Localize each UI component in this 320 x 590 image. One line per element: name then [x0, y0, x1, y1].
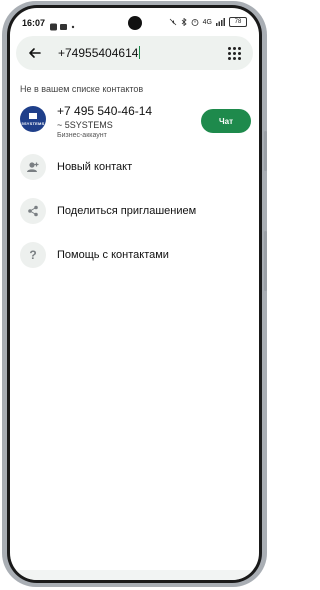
- contact-name: ~ 5SYSTEMS: [57, 120, 113, 130]
- bluetooth-icon: [181, 18, 187, 26]
- status-bar: 16:07 4G 78: [10, 8, 259, 34]
- alarm-icon: [191, 19, 199, 26]
- add-person-icon: [20, 154, 46, 180]
- power-button: [264, 231, 267, 291]
- logo-text: 5SYSTEMS: [21, 120, 45, 126]
- logo-mark-icon: [29, 112, 37, 119]
- share-invite-label: Поделиться приглашением: [57, 205, 197, 217]
- search-bar[interactable]: +74955404614: [16, 36, 253, 70]
- volume-button: [264, 131, 267, 171]
- contact-phone: +7 495 540-46-14: [57, 104, 153, 118]
- network-type: 4G: [202, 18, 212, 26]
- share-invite-row[interactable]: Поделиться приглашением: [10, 196, 259, 228]
- status-icons: 4G 78: [169, 17, 247, 27]
- new-contact-row[interactable]: Новый контакт: [10, 152, 259, 184]
- contacts-help-label: Помощь с контактами: [57, 249, 169, 261]
- mute-icon: [169, 18, 176, 26]
- chat-button[interactable]: Чат: [201, 109, 251, 133]
- back-arrow-icon[interactable]: [28, 46, 42, 60]
- front-camera: [128, 16, 142, 30]
- section-header: Не в вашем списке контактов: [20, 84, 144, 94]
- contact-subtype: Бизнес-аккаунт: [57, 132, 107, 139]
- share-icon: [20, 198, 46, 224]
- search-input[interactable]: +74955404614: [58, 46, 141, 60]
- contacts-help-row[interactable]: ? Помощь с контактами: [10, 240, 259, 272]
- bottom-navigation-area: [10, 570, 259, 580]
- notification-icons: [50, 18, 76, 31]
- dialpad-icon[interactable]: [228, 47, 241, 60]
- contact-avatar: 5SYSTEMS: [20, 106, 46, 132]
- text-cursor: [139, 46, 141, 59]
- status-time: 16:07: [22, 18, 46, 28]
- new-contact-label: Новый контакт: [57, 161, 133, 173]
- screen: 16:07 4G 78 +74955404614 Не в вашем спис…: [10, 8, 259, 580]
- battery-icon: 78: [229, 17, 247, 27]
- signal-icon: [216, 18, 225, 26]
- contact-result[interactable]: 5SYSTEMS +7 495 540-46-14 ~ 5SYSTEMS Биз…: [10, 102, 259, 150]
- help-icon: ?: [20, 242, 46, 268]
